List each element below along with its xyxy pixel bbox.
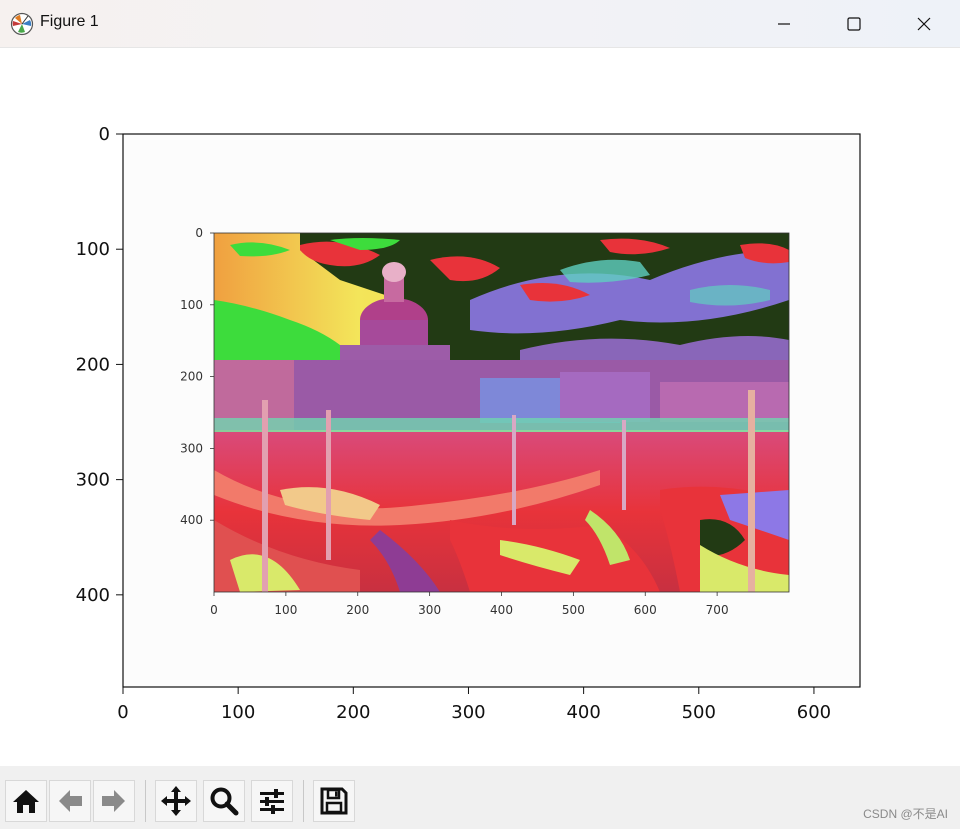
inner-y-tick-label: 0 — [195, 226, 203, 240]
close-button[interactable] — [890, 0, 958, 47]
move-icon — [161, 786, 191, 816]
back-button[interactable] — [49, 780, 91, 822]
watermark-text: CSDN @不是AI — [863, 807, 948, 821]
inner-x-tick-label: 700 — [706, 603, 729, 617]
navigation-toolbar — [0, 766, 960, 829]
outer-x-axis: 0 100 200 300 400 500 600 — [117, 687, 831, 723]
home-icon — [13, 790, 39, 813]
forward-button[interactable] — [93, 780, 135, 822]
inner-x-tick-label: 300 — [418, 603, 441, 617]
matplotlib-logo-icon — [10, 12, 34, 36]
magnifier-icon — [210, 787, 239, 816]
configure-subplots-button[interactable] — [251, 780, 293, 822]
inner-y-tick-label: 400 — [180, 513, 203, 527]
window-title: Figure 1 — [40, 13, 99, 30]
inner-x-tick-label: 400 — [490, 603, 513, 617]
y-tick-label: 200 — [76, 354, 110, 375]
x-tick-label: 0 — [117, 702, 128, 723]
arrow-right-icon — [102, 790, 125, 812]
y-tick-label: 0 — [99, 124, 110, 145]
zoom-button[interactable] — [203, 780, 245, 822]
toolbar-separator — [145, 780, 146, 822]
venice-photo-image — [214, 233, 789, 592]
pan-button[interactable] — [155, 780, 197, 822]
inner-y-tick-label: 200 — [180, 370, 203, 384]
floppy-disk-icon — [320, 787, 348, 815]
x-tick-label: 400 — [566, 702, 600, 723]
inner-x-tick-label: 200 — [346, 603, 369, 617]
maximize-button[interactable] — [820, 0, 888, 47]
x-tick-label: 300 — [451, 702, 485, 723]
y-tick-label: 100 — [76, 239, 110, 260]
inner-y-tick-label: 300 — [180, 441, 203, 455]
save-button[interactable] — [313, 780, 355, 822]
outer-y-axis: 0 100 200 300 400 — [76, 124, 123, 606]
inner-x-tick-label: 500 — [562, 603, 585, 617]
x-tick-label: 500 — [682, 702, 716, 723]
x-tick-label: 200 — [336, 702, 370, 723]
inner-y-tick-label: 100 — [180, 298, 203, 312]
minimize-icon — [778, 22, 790, 25]
y-tick-label: 300 — [76, 470, 110, 491]
figure-canvas[interactable]: 0 100 200 300 400 500 600 700 0 100 200 300 400 0 10… — [0, 48, 960, 766]
inner-x-tick-label: 100 — [274, 603, 297, 617]
inner-x-tick-label: 0 — [210, 603, 218, 617]
maximize-icon — [847, 16, 861, 31]
minimize-button[interactable] — [750, 0, 818, 47]
plot-svg: 0 100 200 300 400 500 600 700 0 100 200 300 400 0 10… — [76, 124, 861, 723]
home-button[interactable] — [5, 780, 47, 822]
arrow-left-icon — [59, 790, 82, 812]
y-tick-label: 400 — [76, 585, 110, 606]
title-bar: Figure 1 — [0, 0, 960, 48]
x-tick-label: 600 — [797, 702, 831, 723]
sliders-icon — [260, 789, 284, 814]
inner-x-tick-label: 600 — [634, 603, 657, 617]
close-icon — [917, 17, 931, 30]
x-tick-label: 100 — [221, 702, 255, 723]
toolbar-separator — [303, 780, 304, 822]
